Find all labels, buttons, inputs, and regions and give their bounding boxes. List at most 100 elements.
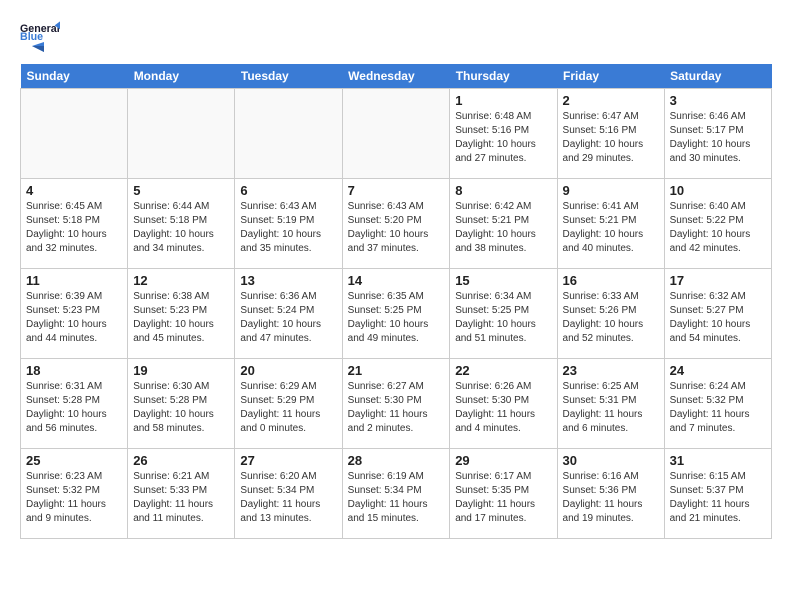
- calendar-cell: 18 Sunrise: 6:31 AM Sunset: 5:28 PM Dayli…: [21, 359, 128, 449]
- day-number: 12: [133, 273, 229, 288]
- calendar-cell: 10 Sunrise: 6:40 AM Sunset: 5:22 PM Dayli…: [664, 179, 771, 269]
- day-of-week-header: Monday: [128, 64, 235, 89]
- day-number: 19: [133, 363, 229, 378]
- day-number: 10: [670, 183, 766, 198]
- day-number: 7: [348, 183, 445, 198]
- day-number: 11: [26, 273, 122, 288]
- calendar-cell: 4Sunrise: 6:45 AM Sunset: 5:18 PM Daylig…: [21, 179, 128, 269]
- calendar-cell: 31Sunrise: 6:15 AM Sunset: 5:37 PM Dayli…: [664, 449, 771, 539]
- day-number: 26: [133, 453, 229, 468]
- calendar-cell: 7 Sunrise: 6:43 AM Sunset: 5:20 PM Daylig…: [342, 179, 450, 269]
- day-number: 9: [563, 183, 659, 198]
- day-info: Sunrise: 6:27 AM Sunset: 5:30 PM Dayligh…: [348, 380, 445, 436]
- calendar-cell: [342, 89, 450, 179]
- calendar-cell: 20 Sunrise: 6:29 AM Sunset: 5:29 PM Dayli…: [235, 359, 342, 449]
- day-info: Sunrise: 6:39 AM Sunset: 5:23 PM Dayligh…: [26, 290, 122, 346]
- day-number: 29: [455, 453, 551, 468]
- calendar-cell: 1 Sunrise: 6:48 AM Sunset: 5:16 PM Daylig…: [450, 89, 557, 179]
- day-number: 20: [240, 363, 336, 378]
- day-of-week-header: Tuesday: [235, 64, 342, 89]
- day-info: Sunrise: 6:20 AM Sunset: 5:34 PM Dayligh…: [240, 470, 336, 526]
- calendar-cell: 5 Sunrise: 6:44 AM Sunset: 5:18 PM Daylig…: [128, 179, 235, 269]
- day-number: 24: [670, 363, 766, 378]
- day-of-week-header: Thursday: [450, 64, 557, 89]
- day-info: Sunrise: 6:25 AM Sunset: 5:31 PM Dayligh…: [563, 380, 659, 436]
- day-info: Sunrise: 6:17 AM Sunset: 5:35 PM Dayligh…: [455, 470, 551, 526]
- calendar-cell: [21, 89, 128, 179]
- day-info: Sunrise: 6:24 AM Sunset: 5:32 PM Dayligh…: [670, 380, 766, 436]
- day-number: 30: [563, 453, 659, 468]
- day-info: Sunrise: 6:38 AM Sunset: 5:23 PM Dayligh…: [133, 290, 229, 346]
- day-number: 5: [133, 183, 229, 198]
- day-info: Sunrise: 6:31 AM Sunset: 5:28 PM Dayligh…: [26, 380, 122, 436]
- day-of-week-header: Wednesday: [342, 64, 450, 89]
- day-number: 14: [348, 273, 445, 288]
- calendar-week-row: 4Sunrise: 6:45 AM Sunset: 5:18 PM Daylig…: [21, 179, 772, 269]
- day-number: 6: [240, 183, 336, 198]
- calendar-cell: 30 Sunrise: 6:16 AM Sunset: 5:36 PM Dayli…: [557, 449, 664, 539]
- calendar-cell: 21 Sunrise: 6:27 AM Sunset: 5:30 PM Dayli…: [342, 359, 450, 449]
- day-number: 3: [670, 93, 766, 108]
- day-of-week-header: Sunday: [21, 64, 128, 89]
- calendar-cell: 2Sunrise: 6:47 AM Sunset: 5:16 PM Daylig…: [557, 89, 664, 179]
- day-info: Sunrise: 6:48 AM Sunset: 5:16 PM Dayligh…: [455, 110, 551, 166]
- calendar-week-row: 25 Sunrise: 6:23 AM Sunset: 5:32 PM Dayli…: [21, 449, 772, 539]
- day-info: Sunrise: 6:47 AM Sunset: 5:16 PM Dayligh…: [563, 110, 659, 166]
- day-info: Sunrise: 6:19 AM Sunset: 5:34 PM Dayligh…: [348, 470, 445, 526]
- calendar-cell: 29 Sunrise: 6:17 AM Sunset: 5:35 PM Dayli…: [450, 449, 557, 539]
- day-number: 15: [455, 273, 551, 288]
- calendar-cell: 16Sunrise: 6:33 AM Sunset: 5:26 PM Dayli…: [557, 269, 664, 359]
- calendar-cell: 26 Sunrise: 6:21 AM Sunset: 5:33 PM Dayli…: [128, 449, 235, 539]
- calendar-cell: 24 Sunrise: 6:24 AM Sunset: 5:32 PM Dayli…: [664, 359, 771, 449]
- day-info: Sunrise: 6:34 AM Sunset: 5:25 PM Dayligh…: [455, 290, 551, 346]
- day-info: Sunrise: 6:16 AM Sunset: 5:36 PM Dayligh…: [563, 470, 659, 526]
- calendar-cell: 14 Sunrise: 6:35 AM Sunset: 5:25 PM Dayli…: [342, 269, 450, 359]
- logo: General Blue: [20, 20, 60, 54]
- calendar-cell: [128, 89, 235, 179]
- calendar-week-row: 18 Sunrise: 6:31 AM Sunset: 5:28 PM Dayli…: [21, 359, 772, 449]
- calendar-cell: 22 Sunrise: 6:26 AM Sunset: 5:30 PM Dayli…: [450, 359, 557, 449]
- calendar-cell: 8Sunrise: 6:42 AM Sunset: 5:21 PM Daylig…: [450, 179, 557, 269]
- day-number: 23: [563, 363, 659, 378]
- calendar-cell: 3Sunrise: 6:46 AM Sunset: 5:17 PM Daylig…: [664, 89, 771, 179]
- day-number: 27: [240, 453, 336, 468]
- calendar-cell: 15 Sunrise: 6:34 AM Sunset: 5:25 PM Dayli…: [450, 269, 557, 359]
- day-info: Sunrise: 6:44 AM Sunset: 5:18 PM Dayligh…: [133, 200, 229, 256]
- day-info: Sunrise: 6:36 AM Sunset: 5:24 PM Dayligh…: [240, 290, 336, 346]
- logo-bird-icon: [22, 42, 44, 58]
- day-info: Sunrise: 6:15 AM Sunset: 5:37 PM Dayligh…: [670, 470, 766, 526]
- calendar-cell: 9 Sunrise: 6:41 AM Sunset: 5:21 PM Daylig…: [557, 179, 664, 269]
- day-info: Sunrise: 6:40 AM Sunset: 5:22 PM Dayligh…: [670, 200, 766, 256]
- day-number: 13: [240, 273, 336, 288]
- logo-icon: General Blue: [20, 20, 60, 40]
- day-info: Sunrise: 6:23 AM Sunset: 5:32 PM Dayligh…: [26, 470, 122, 526]
- page-header: General Blue: [20, 20, 772, 54]
- day-number: 16: [563, 273, 659, 288]
- calendar-cell: 11 Sunrise: 6:39 AM Sunset: 5:23 PM Dayli…: [21, 269, 128, 359]
- calendar-cell: 13 Sunrise: 6:36 AM Sunset: 5:24 PM Dayli…: [235, 269, 342, 359]
- calendar-cell: 23 Sunrise: 6:25 AM Sunset: 5:31 PM Dayli…: [557, 359, 664, 449]
- day-info: Sunrise: 6:41 AM Sunset: 5:21 PM Dayligh…: [563, 200, 659, 256]
- day-info: Sunrise: 6:35 AM Sunset: 5:25 PM Dayligh…: [348, 290, 445, 346]
- day-number: 25: [26, 453, 122, 468]
- calendar-cell: 6 Sunrise: 6:43 AM Sunset: 5:19 PM Daylig…: [235, 179, 342, 269]
- day-number: 21: [348, 363, 445, 378]
- day-number: 18: [26, 363, 122, 378]
- day-info: Sunrise: 6:21 AM Sunset: 5:33 PM Dayligh…: [133, 470, 229, 526]
- day-number: 1: [455, 93, 551, 108]
- calendar-header-row: SundayMondayTuesdayWednesdayThursdayFrid…: [21, 64, 772, 89]
- day-info: Sunrise: 6:29 AM Sunset: 5:29 PM Dayligh…: [240, 380, 336, 436]
- day-info: Sunrise: 6:26 AM Sunset: 5:30 PM Dayligh…: [455, 380, 551, 436]
- day-number: 17: [670, 273, 766, 288]
- calendar-cell: 27 Sunrise: 6:20 AM Sunset: 5:34 PM Dayli…: [235, 449, 342, 539]
- day-info: Sunrise: 6:32 AM Sunset: 5:27 PM Dayligh…: [670, 290, 766, 346]
- day-number: 22: [455, 363, 551, 378]
- day-of-week-header: Friday: [557, 64, 664, 89]
- calendar-cell: 28Sunrise: 6:19 AM Sunset: 5:34 PM Dayli…: [342, 449, 450, 539]
- calendar-cell: 19 Sunrise: 6:30 AM Sunset: 5:28 PM Dayli…: [128, 359, 235, 449]
- day-info: Sunrise: 6:43 AM Sunset: 5:20 PM Dayligh…: [348, 200, 445, 256]
- day-info: Sunrise: 6:30 AM Sunset: 5:28 PM Dayligh…: [133, 380, 229, 436]
- calendar-cell: 17 Sunrise: 6:32 AM Sunset: 5:27 PM Dayli…: [664, 269, 771, 359]
- day-info: Sunrise: 6:43 AM Sunset: 5:19 PM Dayligh…: [240, 200, 336, 256]
- calendar-table: SundayMondayTuesdayWednesdayThursdayFrid…: [20, 64, 772, 539]
